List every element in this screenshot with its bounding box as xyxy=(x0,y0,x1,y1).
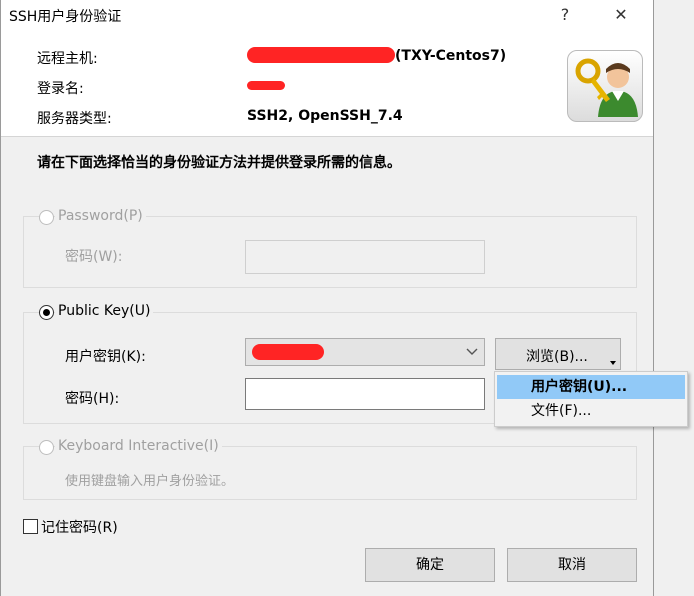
keyboard-interactive-radio[interactable] xyxy=(39,440,54,455)
password-radio-label: Password(P) xyxy=(55,208,146,224)
help-button[interactable]: ? xyxy=(543,0,587,30)
remote-host-label: 远程主机: xyxy=(37,51,98,67)
public-key-radio-label: Public Key(U) xyxy=(55,303,154,319)
password-field-label: 密码(W): xyxy=(65,249,123,265)
redacted-login xyxy=(247,81,285,90)
server-type-value: SSH2, OpenSSH_7.4 xyxy=(247,108,403,124)
user-key-label: 用户密钥(K): xyxy=(65,349,146,365)
ok-button[interactable]: 确定 xyxy=(365,548,495,582)
close-button[interactable]: ✕ xyxy=(599,0,643,30)
window-title: SSH用户身份验证 xyxy=(9,9,122,25)
passphrase-label: 密码(H): xyxy=(65,391,120,407)
user-key-combobox[interactable] xyxy=(245,338,485,366)
redacted-host xyxy=(247,47,395,63)
keyboard-interactive-description: 使用键盘输入用户身份验证。 xyxy=(65,474,235,489)
key-user-logo-icon xyxy=(567,50,643,122)
password-input[interactable] xyxy=(245,240,485,274)
password-radio[interactable] xyxy=(39,210,54,225)
server-type-label: 服务器类型: xyxy=(37,111,112,127)
remote-host-name: (TXY-Centos7) xyxy=(395,48,507,64)
cancel-button[interactable]: 取消 xyxy=(507,548,637,582)
instruction-text: 请在下面选择恰当的身份验证方法并提供登录所需的信息。 xyxy=(37,155,401,171)
menu-item-file[interactable]: 文件(F)... xyxy=(497,399,685,423)
menu-item-file-label: 文件(F)... xyxy=(531,403,592,419)
remember-password-label: 记住密码(R) xyxy=(41,520,118,536)
ssh-auth-dialog: SSH用户身份验证 ? ✕ 远程主机: (TXY-Centos7) 登录名: 服… xyxy=(0,0,654,596)
keyboard-interactive-radio-label: Keyboard Interactive(I) xyxy=(55,438,222,454)
browse-button-label: 浏览(B)... xyxy=(526,349,588,365)
passphrase-input[interactable] xyxy=(245,378,485,410)
public-key-radio[interactable] xyxy=(39,305,54,320)
title-bar: SSH用户身份验证 ? ✕ xyxy=(1,0,653,30)
dropdown-arrow-icon xyxy=(610,361,616,365)
redacted-key-name xyxy=(252,344,324,360)
session-info-panel: 远程主机: (TXY-Centos7) 登录名: 服务器类型: SSH2, Op… xyxy=(1,30,653,137)
browse-button[interactable]: 浏览(B)... xyxy=(495,338,621,370)
menu-item-user-key[interactable]: 用户密钥(U)... xyxy=(497,375,685,399)
login-name-label: 登录名: xyxy=(37,81,84,97)
menu-item-user-key-label: 用户密钥(U)... xyxy=(531,379,628,395)
remember-password-checkbox[interactable] xyxy=(23,519,38,534)
chevron-down-icon xyxy=(466,348,478,355)
browse-dropdown-menu: 用户密钥(U)... 文件(F)... xyxy=(494,371,688,427)
